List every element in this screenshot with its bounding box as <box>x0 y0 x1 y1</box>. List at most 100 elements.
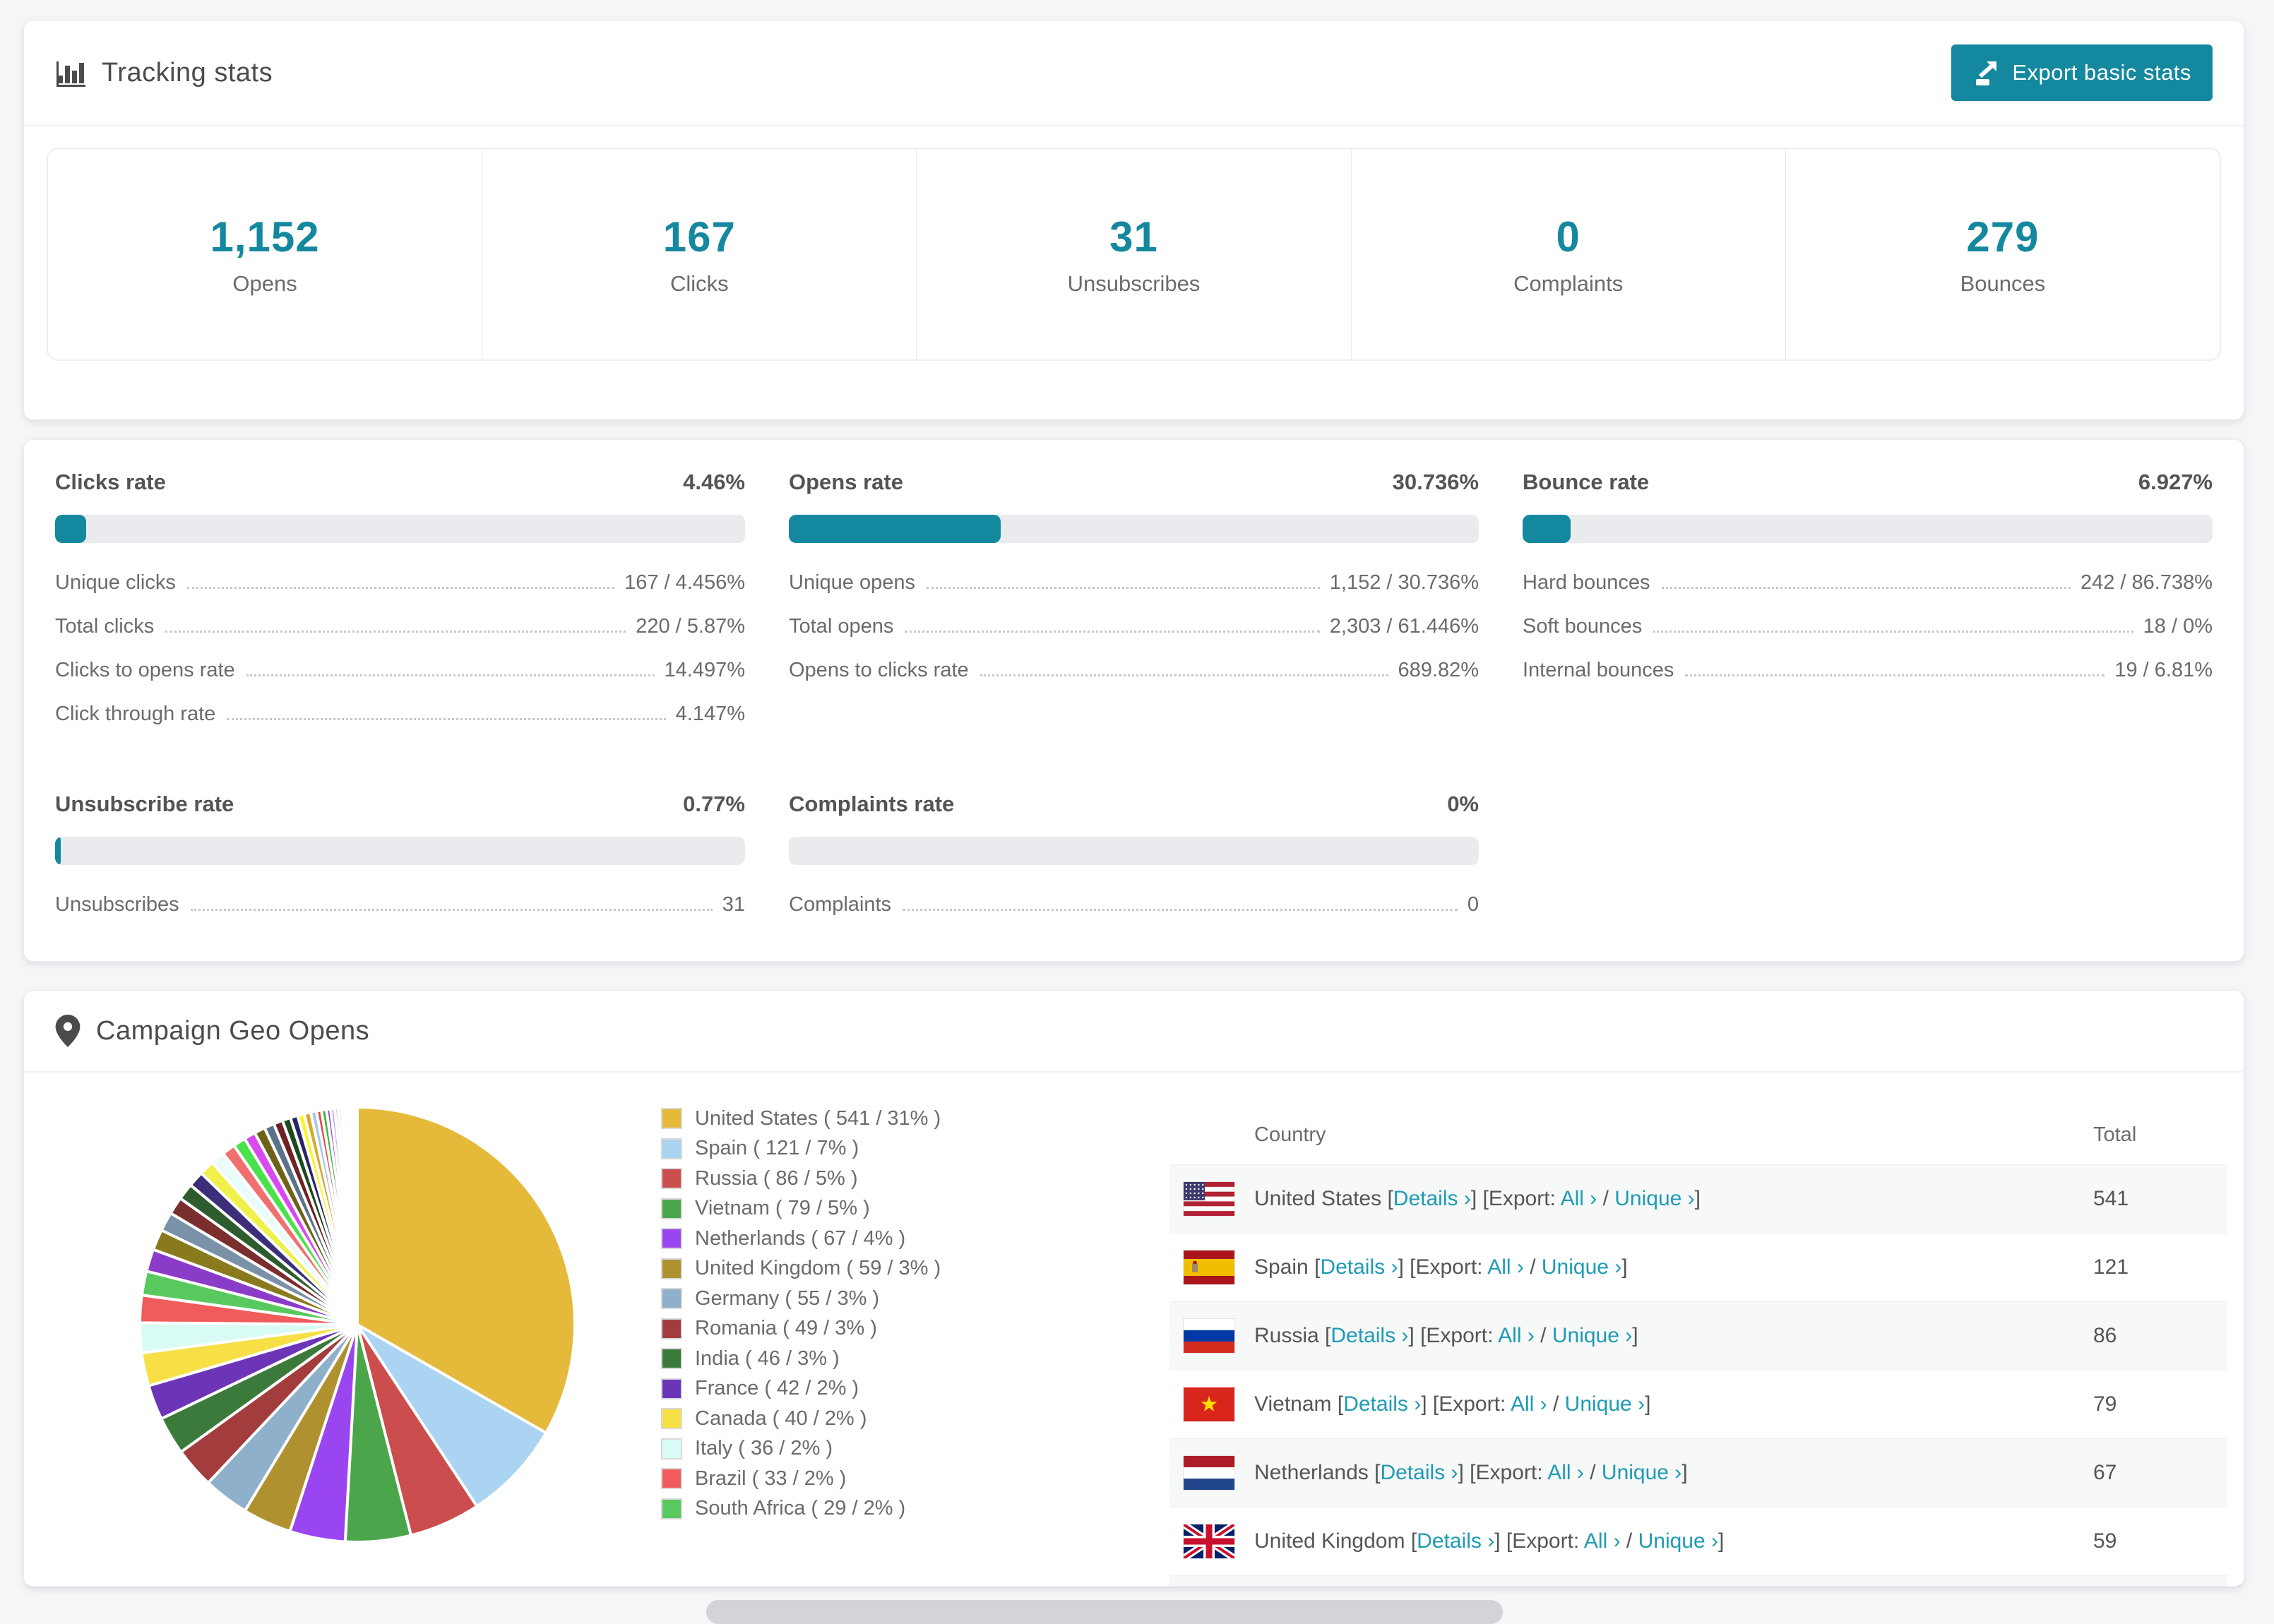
rate-block-value: 6.927% <box>2138 470 2213 494</box>
legend-label: Canada ( 40 / 2% ) <box>695 1407 867 1430</box>
legend-item: Canada ( 40 / 2% ) <box>661 1404 941 1434</box>
export-unique-link[interactable]: Unique › <box>1602 1461 1681 1484</box>
column-header-country: Country <box>1254 1123 1326 1146</box>
total-cell: 121 <box>2093 1255 2129 1279</box>
details-link[interactable]: Details › <box>1417 1529 1494 1553</box>
rate-row: Total clicks 220 / 5.87% <box>55 615 745 638</box>
stat-value: 31 <box>1109 213 1158 261</box>
rate-block-unsubscribe-rate: Unsubscribe rate 0.77% Unsubscribes 31 <box>55 792 745 937</box>
legend-swatch <box>661 1408 682 1430</box>
details-link[interactable]: Details › <box>1380 1461 1458 1484</box>
export-unique-link[interactable]: Unique › <box>1638 1529 1718 1553</box>
export-all-link[interactable]: All › <box>1561 1187 1597 1210</box>
rate-row-label: Unsubscribes <box>55 893 179 916</box>
legend-item: Brazil ( 33 / 2% ) <box>661 1464 941 1494</box>
legend-item: France ( 42 / 2% ) <box>661 1374 941 1404</box>
country-cell: Netherlands [Details ›] [Export: All › /… <box>1254 1461 1688 1484</box>
export-all-link[interactable]: All › <box>1487 1255 1524 1279</box>
rate-row-value: 14.497% <box>664 659 746 681</box>
export-all-link[interactable]: All › <box>1547 1461 1584 1484</box>
legend-label: Spain ( 121 / 7% ) <box>695 1137 859 1160</box>
legend-label: Brazil ( 33 / 2% ) <box>695 1467 847 1490</box>
rate-row-value: 2,303 / 61.446% <box>1329 615 1479 638</box>
progress-bar-track <box>789 837 1479 865</box>
export-unique-link[interactable]: Unique › <box>1565 1392 1645 1416</box>
export-unique-link[interactable]: Unique › <box>1542 1255 1621 1279</box>
export-unique-link[interactable]: Unique › <box>1614 1187 1694 1210</box>
tracking-stats-header: Tracking stats Export basic stats <box>24 20 2244 126</box>
dotted-leader <box>190 909 713 911</box>
dotted-leader <box>903 909 1458 911</box>
table-row-vn: Vietnam [Details ›] [Export: All › / Uni… <box>1169 1370 2227 1438</box>
flag-us-icon <box>1183 1181 1235 1217</box>
legend-label: India ( 46 / 3% ) <box>695 1347 840 1370</box>
rate-block-title: Clicks rate <box>55 470 166 494</box>
rate-row-label: Unique opens <box>789 571 915 594</box>
progress-bar-track <box>1523 515 2213 543</box>
legend-label: Romania ( 49 / 3% ) <box>695 1317 877 1340</box>
details-link[interactable]: Details › <box>1331 1324 1408 1347</box>
flag-gb-icon <box>1183 1524 1235 1559</box>
rate-block-title: Complaints rate <box>789 792 955 816</box>
flag-cell <box>1169 1455 1254 1491</box>
rate-block-title: Unsubscribe rate <box>55 792 234 816</box>
country-name: Vietnam <box>1254 1392 1332 1416</box>
export-basic-stats-button[interactable]: Export basic stats <box>1951 44 2213 101</box>
geo-title: Campaign Geo Opens <box>55 1015 369 1047</box>
total-cell: 86 <box>2093 1324 2117 1347</box>
legend-item: Netherlands ( 67 / 4% ) <box>661 1224 941 1254</box>
dotted-leader <box>165 631 626 633</box>
flag-ru-icon <box>1183 1318 1235 1354</box>
rate-row-label: Hard bounces <box>1523 571 1650 594</box>
details-link[interactable]: Details › <box>1343 1392 1421 1416</box>
column-header-total: Total <box>2093 1123 2137 1146</box>
export-all-link[interactable]: All › <box>1511 1392 1547 1416</box>
progress-bar-track <box>55 837 745 865</box>
country-name: United Kingdom <box>1254 1529 1405 1553</box>
export-unique-link[interactable]: Unique › <box>1552 1324 1632 1347</box>
flag-cell <box>1169 1524 1254 1559</box>
progress-bar-fill <box>55 515 86 543</box>
progress-bar-track <box>55 515 745 543</box>
legend-item: United States ( 541 / 31% ) <box>661 1104 941 1134</box>
export-all-link[interactable]: All › <box>1584 1529 1621 1553</box>
stat-value: 167 <box>662 213 736 261</box>
legend-swatch <box>661 1288 682 1310</box>
geo-table-body: United States [Details ›] [Export: All ›… <box>1169 1164 2227 1587</box>
country-cell: United States [Details ›] [Export: All ›… <box>1254 1187 1701 1210</box>
horizontal-scrollbar-thumb[interactable] <box>706 1600 1503 1624</box>
rate-block-value: 0% <box>1447 792 1479 816</box>
export-all-link[interactable]: All › <box>1498 1324 1535 1347</box>
stat-label: Bounces <box>1960 270 2046 296</box>
table-row-ru: Russia [Details ›] [Export: All › / Uniq… <box>1169 1301 2227 1370</box>
rate-row-label: Internal bounces <box>1523 659 1674 681</box>
stat-label: Complaints <box>1513 270 1624 296</box>
rate-block-bounce-rate: Bounce rate 6.927% Hard bounces 242 / 86… <box>1523 470 2213 746</box>
rate-row: Unique clicks 167 / 4.456% <box>55 571 745 595</box>
legend-item: Russia ( 86 / 5% ) <box>661 1164 941 1194</box>
legend-swatch <box>661 1348 682 1370</box>
details-link[interactable]: Details › <box>1393 1187 1471 1210</box>
stats-row: 1,152 Opens 167 Clicks 31 Unsubscribes 0 Co… <box>47 148 2221 361</box>
rate-row: Hard bounces 242 / 86.738% <box>1523 571 2213 595</box>
legend-swatch <box>661 1258 682 1279</box>
legend-swatch <box>661 1138 682 1159</box>
rate-row-value: 18 / 0% <box>2143 615 2213 638</box>
rate-block-complaints-rate: Complaints rate 0% Complaints 0 <box>789 792 1479 937</box>
stat-cell-unsubscribes: 31 Unsubscribes <box>917 149 1352 359</box>
details-link[interactable]: Details › <box>1320 1255 1398 1279</box>
legend-label: Germany ( 55 / 3% ) <box>695 1286 880 1310</box>
dotted-leader <box>246 674 655 676</box>
geo-card-title: Campaign Geo Opens <box>96 1015 370 1046</box>
rate-row-label: Click through rate <box>55 703 216 725</box>
rate-row: Unique opens 1,152 / 30.736% <box>789 571 1479 595</box>
flag-cell <box>1169 1181 1254 1217</box>
stat-value: 1,152 <box>210 213 320 261</box>
legend-label: Italy ( 36 / 2% ) <box>695 1437 833 1460</box>
dotted-leader <box>1661 587 2071 589</box>
geo-header: Campaign Geo Opens <box>24 991 2244 1073</box>
tracking-stats-card: Tracking stats Export basic stats 1,152 … <box>23 20 2244 420</box>
legend-swatch <box>661 1198 682 1219</box>
geo-table-header: Country Total <box>1169 1105 2227 1164</box>
legend-label: United States ( 541 / 31% ) <box>695 1106 941 1130</box>
